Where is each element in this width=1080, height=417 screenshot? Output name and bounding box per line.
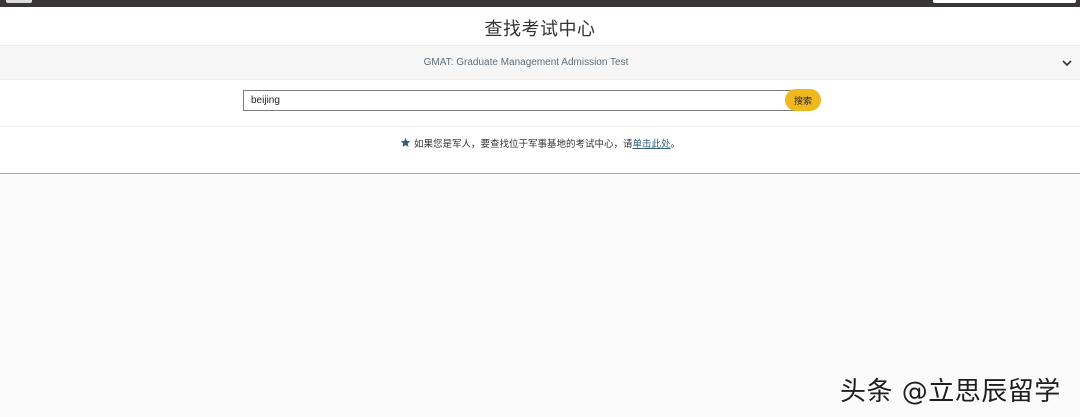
- chevron-down-icon[interactable]: [1061, 57, 1073, 69]
- exam-selector[interactable]: GMAT: Graduate Management Admission Test: [0, 45, 1080, 80]
- top-search-field[interactable]: [933, 0, 1076, 3]
- click-here-link[interactable]: 单击此处: [632, 139, 670, 150]
- page-title: 查找考试中心: [484, 19, 596, 40]
- top-bar: [0, 0, 1080, 7]
- notice-text: 如果您是军人，要查找位于军事基地的考试中心，请: [413, 139, 633, 150]
- star-icon: [400, 137, 411, 147]
- logo[interactable]: [6, 0, 32, 3]
- military-notice: 如果您是军人，要查找位于军事基地的考试中心，请单击此处。: [0, 137, 1080, 152]
- panel-border: [0, 173, 1080, 174]
- divider: [0, 126, 1080, 127]
- search-input[interactable]: [243, 90, 797, 111]
- exam-selector-value: GMAT: Graduate Management Admission Test: [423, 57, 629, 68]
- notice-suffix: 。: [670, 139, 681, 150]
- search-button[interactable]: 搜索: [785, 89, 821, 111]
- watermark: 头条 @立思辰留学: [840, 377, 1061, 407]
